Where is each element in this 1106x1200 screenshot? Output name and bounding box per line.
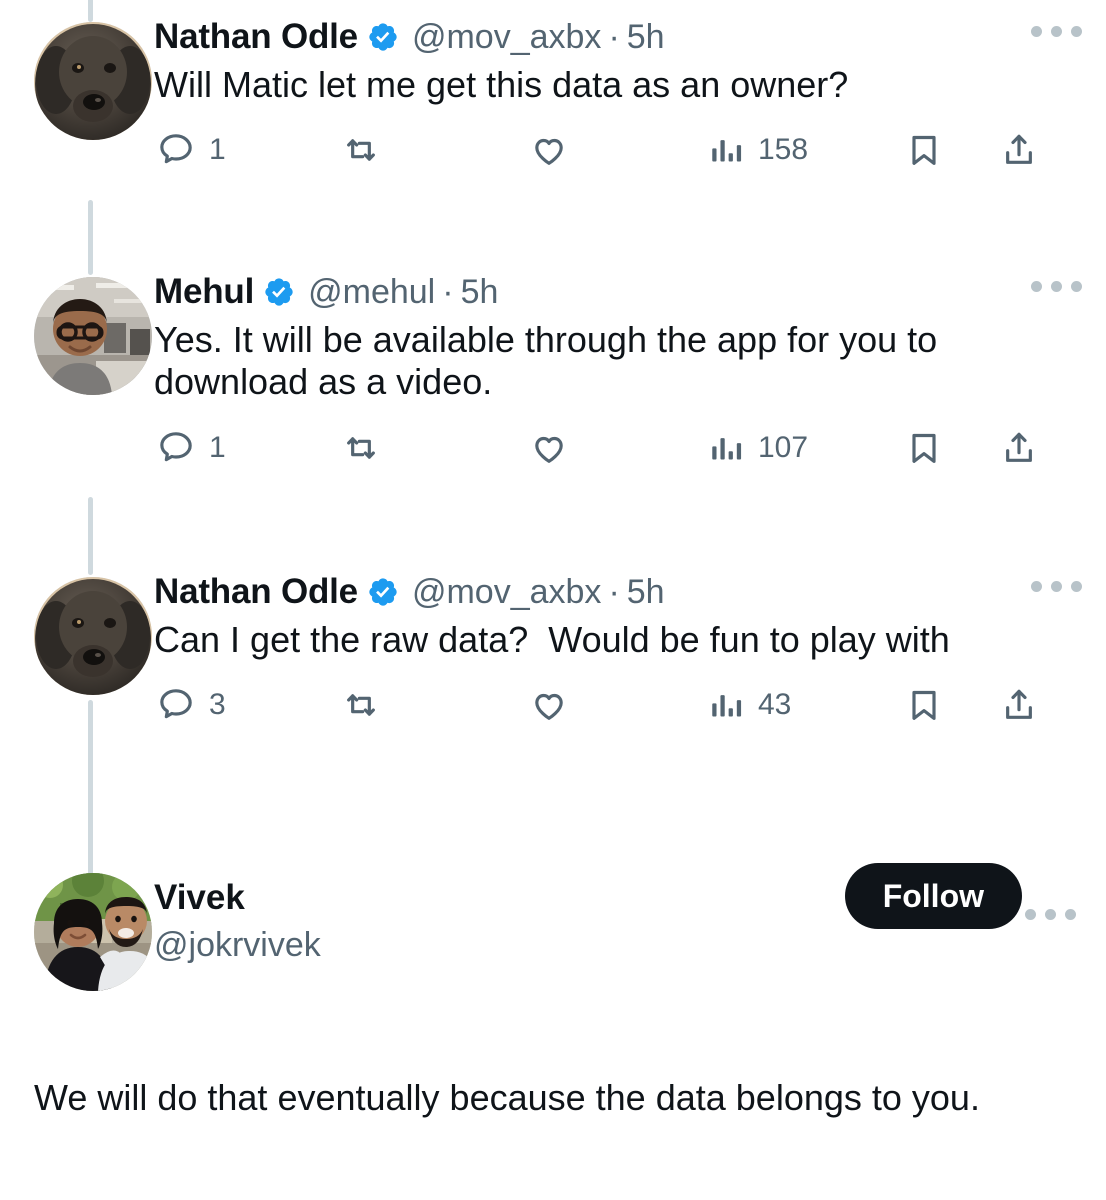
author-name[interactable]: Vivek xyxy=(154,877,321,920)
reply-button[interactable]: 1 xyxy=(156,428,226,468)
tweet-text: Can I get the raw data? Would be fun to … xyxy=(154,619,950,660)
thread-connector-line-above xyxy=(88,497,93,575)
author-handle[interactable]: @jokrvivek xyxy=(154,924,321,967)
tweet-header: Nathan Odle @mov_axbx · 5h xyxy=(154,14,1084,60)
avatar[interactable] xyxy=(34,277,152,395)
views-button[interactable]: 43 xyxy=(709,685,791,725)
verified-badge-icon xyxy=(265,278,293,306)
dog-avatar-image xyxy=(34,22,152,140)
dog-avatar-image xyxy=(34,577,152,695)
author-name[interactable]: Nathan Odle xyxy=(154,17,358,57)
bookmark-icon xyxy=(912,691,936,721)
reply-icon xyxy=(160,432,192,462)
retweet-icon xyxy=(347,139,375,162)
reply-button[interactable]: 3 xyxy=(156,685,226,725)
reply-count: 3 xyxy=(209,688,226,722)
more-options-icon[interactable] xyxy=(1023,903,1078,926)
retweet-icon xyxy=(347,437,375,459)
tweet-header: Mehul @mehul · 5h xyxy=(154,269,1084,315)
final-tweet-identity: Vivek @jokrvivek xyxy=(154,855,321,1015)
tweet-item[interactable]: Nathan Odle @mov_axbx · 5h Will Matic le… xyxy=(0,0,1106,255)
views-bar-chart-icon xyxy=(712,140,742,162)
like-heart-icon xyxy=(535,694,563,721)
bookmark-button[interactable] xyxy=(904,428,944,468)
retweet-button[interactable] xyxy=(341,130,404,170)
more-options-icon[interactable] xyxy=(1029,275,1084,298)
more-options-icon[interactable] xyxy=(1029,575,1084,598)
couple-avatar-image xyxy=(34,873,152,991)
person-office-avatar-image xyxy=(34,277,152,395)
thread-container: Nathan Odle @mov_axbx · 5h Will Matic le… xyxy=(0,0,1106,1200)
timestamp[interactable]: 5h xyxy=(627,18,665,57)
verified-badge-icon xyxy=(369,578,397,606)
share-icon xyxy=(1006,690,1032,720)
meta-separator: · xyxy=(442,272,454,311)
share-button[interactable] xyxy=(999,428,1039,468)
retweet-icon xyxy=(347,694,375,717)
like-button[interactable] xyxy=(529,130,592,170)
meta-separator: · xyxy=(608,17,620,56)
views-count: 107 xyxy=(758,430,809,464)
like-button[interactable] xyxy=(529,685,592,725)
like-heart-icon xyxy=(535,436,563,463)
views-count: 158 xyxy=(758,133,809,167)
tweet-text: Will Matic let me get this data as an ow… xyxy=(154,64,849,105)
final-tweet-gutter xyxy=(26,855,154,1015)
tweet-item[interactable]: Mehul @mehul · 5h Yes. It will be availa… xyxy=(0,200,1106,555)
thread-connector-line-above xyxy=(88,200,93,275)
retweet-button[interactable] xyxy=(341,428,404,468)
author-handle[interactable]: @mehul xyxy=(308,273,435,312)
bookmark-icon xyxy=(912,136,936,166)
author-name[interactable]: Nathan Odle xyxy=(154,572,358,612)
thread-connector-line-top xyxy=(88,0,93,22)
tweet-actions: 3 43 xyxy=(154,667,1084,743)
like-heart-icon xyxy=(535,139,563,166)
tweet-text: Yes. It will be available through the ap… xyxy=(154,319,948,403)
meta-separator: · xyxy=(608,572,620,611)
views-bar-chart-icon xyxy=(712,695,742,717)
author-handle[interactable]: @mov_axbx xyxy=(412,573,601,612)
final-tweet-header: Vivek @jokrvivek Follow xyxy=(26,855,1084,1015)
author-name[interactable]: Mehul xyxy=(154,272,254,312)
timestamp[interactable]: 5h xyxy=(627,573,665,612)
final-tweet-item[interactable]: Vivek @jokrvivek Follow We will do that … xyxy=(0,855,1106,1122)
bookmark-button[interactable] xyxy=(904,685,944,725)
share-icon xyxy=(1006,135,1032,165)
tweet-body: Nathan Odle @mov_axbx · 5h Can I get the… xyxy=(154,555,1084,855)
views-button[interactable]: 107 xyxy=(709,428,808,468)
tweet-actions: 1 107 xyxy=(154,410,1084,486)
reply-count: 1 xyxy=(209,133,226,167)
views-bar-chart-icon xyxy=(712,438,742,460)
reply-button[interactable]: 1 xyxy=(156,130,226,170)
follow-button[interactable]: Follow xyxy=(844,863,1022,929)
timestamp[interactable]: 5h xyxy=(461,273,499,312)
thread-connector-line-below xyxy=(88,700,93,875)
like-button[interactable] xyxy=(529,428,592,468)
avatar[interactable] xyxy=(34,873,152,991)
bookmark-icon xyxy=(912,433,936,463)
share-icon xyxy=(1006,432,1032,462)
final-tweet-text: We will do that eventually because the d… xyxy=(34,1077,980,1118)
share-button[interactable] xyxy=(999,130,1039,170)
bookmark-button[interactable] xyxy=(904,130,944,170)
avatar[interactable] xyxy=(34,22,152,140)
tweet-body: Nathan Odle @mov_axbx · 5h Will Matic le… xyxy=(154,0,1084,255)
reply-count: 1 xyxy=(209,430,226,464)
author-handle[interactable]: @mov_axbx xyxy=(412,18,601,57)
tweet-item[interactable]: Nathan Odle @mov_axbx · 5h Can I get the… xyxy=(0,497,1106,875)
tweet-header: Nathan Odle @mov_axbx · 5h xyxy=(154,569,1084,615)
share-button[interactable] xyxy=(999,685,1039,725)
tweet-body: Mehul @mehul · 5h Yes. It will be availa… xyxy=(154,255,1084,555)
more-options-icon[interactable] xyxy=(1029,20,1084,43)
reply-icon xyxy=(160,689,192,719)
avatar[interactable] xyxy=(34,577,152,695)
views-button[interactable]: 158 xyxy=(709,130,808,170)
verified-badge-icon xyxy=(369,23,397,51)
retweet-button[interactable] xyxy=(341,685,404,725)
reply-icon xyxy=(160,134,192,164)
tweet-actions: 1 158 xyxy=(154,112,1084,188)
tweet-gutter xyxy=(26,497,154,875)
views-count: 43 xyxy=(758,688,792,722)
